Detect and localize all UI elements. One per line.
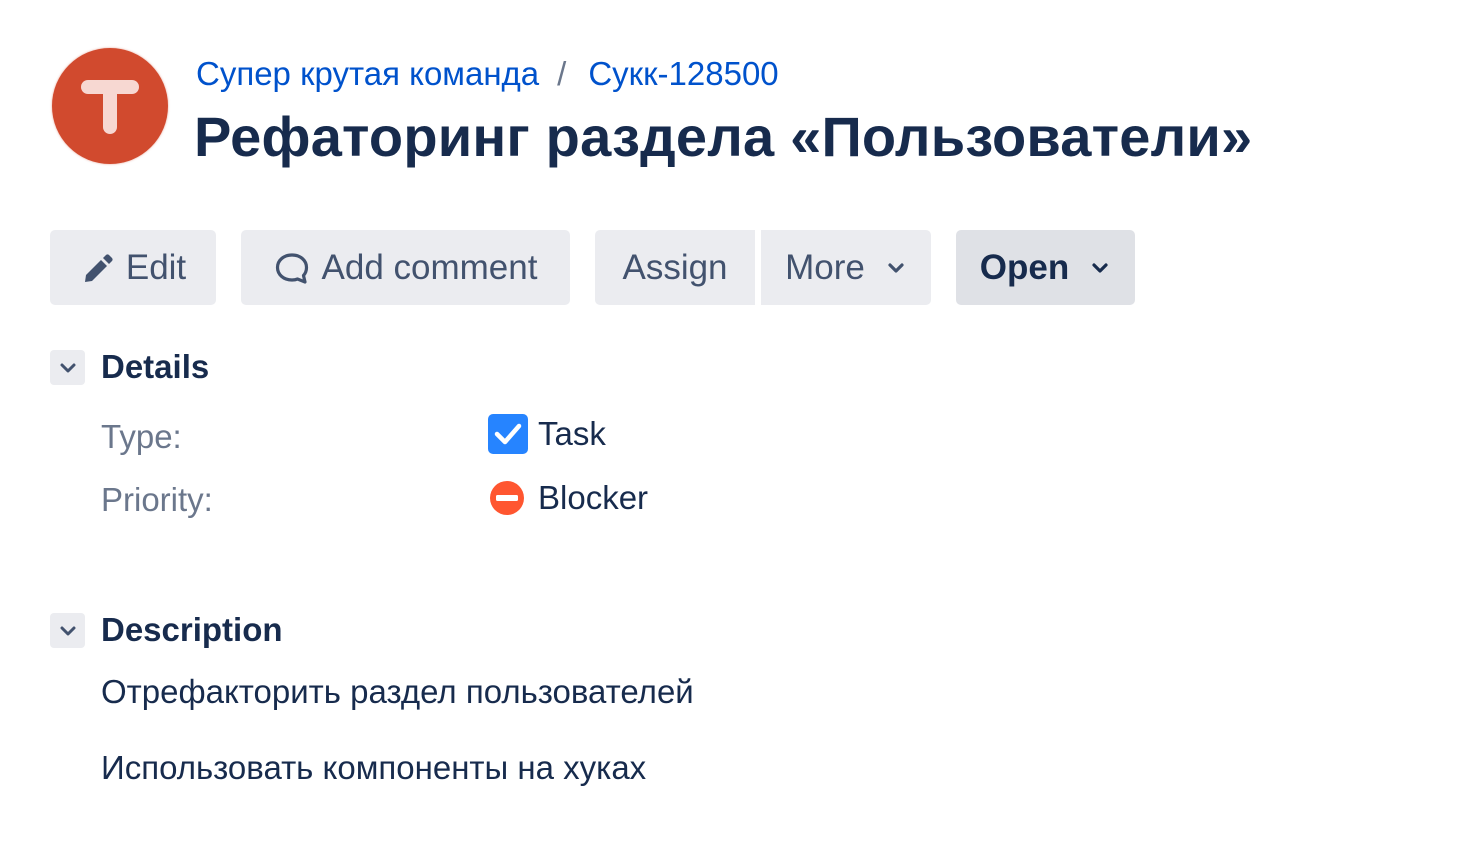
chevron-down-icon — [60, 626, 75, 635]
priority-field-value[interactable]: Blocker — [488, 478, 648, 518]
priority-value-text: Blocker — [538, 479, 649, 516]
avatar-letter-icon — [81, 80, 139, 134]
assign-button-label: Assign — [622, 247, 728, 287]
breadcrumb: Супер крутая команда / Сукк-128500 — [196, 52, 779, 96]
type-field-label: Type: — [101, 418, 182, 455]
description-heading: Description — [101, 611, 283, 648]
description-line[interactable]: Отрефакторить раздел пользователей — [101, 673, 694, 711]
chevron-down-icon — [885, 257, 907, 279]
edit-button-label: Edit — [125, 247, 187, 287]
type-value-text: Task — [538, 415, 606, 452]
details-heading: Details — [101, 348, 210, 385]
more-actions-button[interactable]: More — [761, 230, 931, 305]
pencil-icon — [80, 251, 114, 285]
type-field-value[interactable]: Task — [488, 414, 606, 454]
edit-button[interactable]: Edit — [50, 230, 216, 305]
breadcrumb-separator: / — [557, 55, 567, 92]
description-collapse-toggle[interactable] — [50, 613, 85, 648]
breadcrumb-issue-key-link[interactable]: Сукк-128500 — [588, 55, 778, 93]
blocker-icon — [488, 478, 528, 518]
add-comment-button-label: Add comment — [321, 247, 538, 287]
priority-field-label: Priority: — [101, 481, 213, 518]
chevron-down-icon — [1089, 257, 1111, 279]
comment-bubble-icon — [274, 250, 310, 286]
breadcrumb-project-link[interactable]: Супер крутая команда — [196, 55, 539, 93]
description-line[interactable]: Использовать компоненты на хуках — [101, 749, 646, 787]
assign-button[interactable]: Assign — [595, 230, 755, 305]
more-button-label: More — [785, 247, 865, 287]
details-collapse-toggle[interactable] — [50, 350, 85, 385]
add-comment-button[interactable]: Add comment — [241, 230, 570, 305]
chevron-down-icon — [60, 363, 75, 372]
status-label: Open — [979, 247, 1070, 287]
issue-title[interactable]: Рефаторинг раздела «Пользователи» — [194, 104, 1252, 169]
project-avatar[interactable] — [52, 48, 168, 164]
task-checkbox-icon — [488, 414, 528, 454]
status-dropdown-button[interactable]: Open — [956, 230, 1135, 305]
